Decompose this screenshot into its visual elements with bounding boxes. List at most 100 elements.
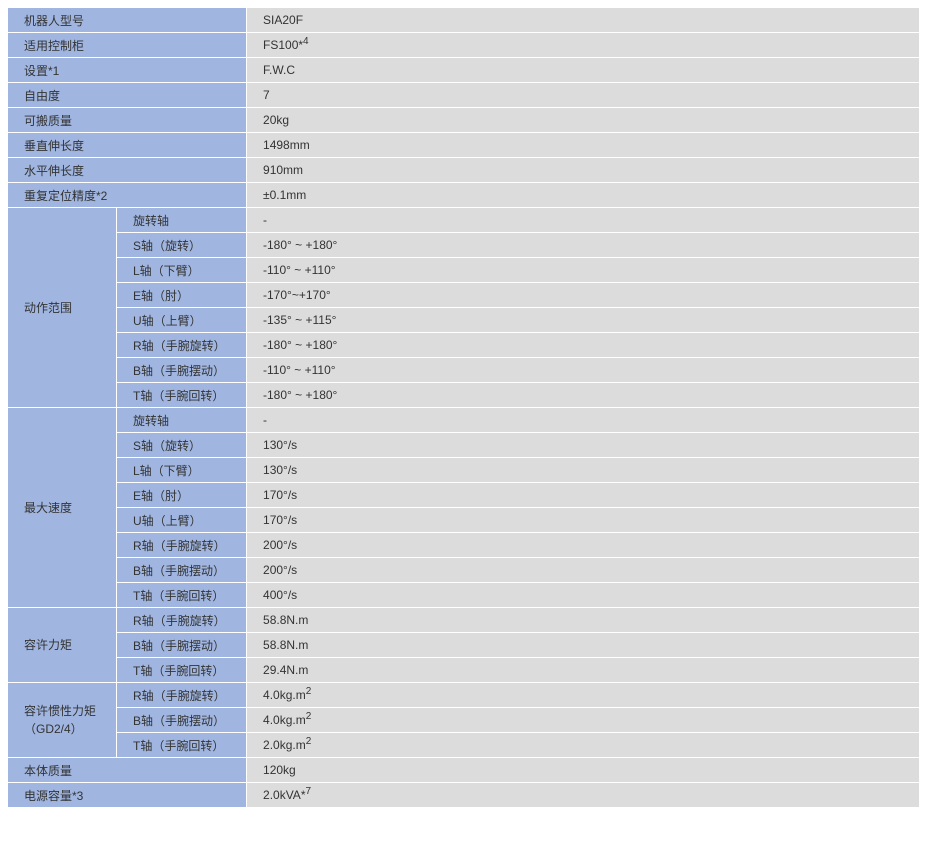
row-value: -180° ~ +180°	[246, 382, 920, 408]
axis-label: T轴（手腕回转）	[115, 382, 248, 408]
exponent: 2	[305, 686, 312, 697]
spec-row-vertical-reach: 垂直伸长度 1498mm	[6, 132, 920, 158]
axis-label: B轴（手腕摆动）	[115, 707, 248, 733]
spec-row-power: 电源容量*3 2.0kVA*7	[6, 782, 920, 808]
row-value: 58.8N.m	[246, 632, 920, 658]
axis-label: R轴（手腕旋转）	[115, 682, 248, 708]
row-value: 200°/s	[246, 532, 920, 558]
spec-row-inertia: 容许惯性力矩 （GD2/4） R轴（手腕旋转） 4.0kg.m2	[7, 682, 920, 758]
row-value: 130°/s	[246, 457, 920, 483]
spec-row-speed: U轴（上臂） 170°/s	[8, 507, 920, 533]
group-label: 动作范围	[7, 207, 117, 408]
row-label: 自由度	[6, 82, 248, 108]
axis-label: 旋转轴	[115, 207, 248, 233]
spec-row-range: 动作范围 旋转轴 -	[7, 207, 920, 408]
axis-label: T轴（手腕回转）	[115, 582, 248, 608]
row-value: 2.0kVA*	[263, 788, 306, 802]
spec-row-range: R轴（手腕旋转） -180° ~ +180°	[8, 332, 920, 358]
axis-label: R轴（手腕旋转）	[115, 532, 248, 558]
row-value: 4.0kg.m	[263, 713, 306, 727]
group-label: 容许力矩	[7, 607, 117, 683]
row-value: 1498mm	[246, 132, 920, 158]
row-value-cell: 4.0kg.m2	[246, 707, 920, 733]
row-value: F.W.C	[246, 57, 920, 83]
spec-row-payload: 可搬质量 20kg	[6, 107, 920, 133]
row-value: -170°~+170°	[246, 282, 920, 308]
row-value-cell: 4.0kg.m2	[246, 682, 920, 708]
axis-label: B轴（手腕摆动）	[115, 632, 248, 658]
spec-row-speed: E轴（肘） 170°/s	[8, 482, 920, 508]
spec-row-speed: L轴（下臂） 130°/s	[8, 457, 920, 483]
axis-label: U轴（上臂）	[115, 507, 248, 533]
row-label: 重复定位精度*2	[6, 182, 248, 208]
spec-row-repeatability: 重复定位精度*2 ±0.1mm	[6, 182, 920, 208]
row-value-cell: 2.0kg.m2	[246, 732, 920, 758]
row-value: 910mm	[246, 157, 920, 183]
row-label: 适用控制柜	[6, 32, 248, 58]
axis-label: B轴（手腕摆动）	[115, 357, 248, 383]
row-value: 20kg	[246, 107, 920, 133]
row-value-cell: FS100*4	[246, 32, 920, 58]
spec-row-moment: T轴（手腕回转） 29.4N.m	[8, 657, 920, 683]
spec-row-speed: R轴（手腕旋转） 200°/s	[8, 532, 920, 558]
axis-label: R轴（手腕旋转）	[115, 607, 248, 633]
spec-row-range: S轴（旋转） -180° ~ +180°	[8, 232, 920, 258]
spec-row-inertia: B轴（手腕摆动） 4.0kg.m2	[8, 707, 920, 733]
group-label: 容许惯性力矩	[24, 704, 97, 718]
row-value-cell: 2.0kVA*7	[246, 782, 920, 808]
row-value: -135° ~ +115°	[246, 307, 920, 333]
row-value: -	[246, 407, 920, 433]
group-label-cell: 容许惯性力矩 （GD2/4）	[7, 682, 117, 758]
spec-row-mass: 本体质量 120kg	[6, 757, 920, 783]
robot-spec-table: 机器人型号 SIA20F 适用控制柜 FS100*4 设置*1 F.W.C 自由…	[6, 7, 920, 808]
axis-label: S轴（旋转）	[115, 432, 248, 458]
spec-row-inertia: T轴（手腕回转） 2.0kg.m2	[8, 732, 920, 758]
row-value: -110° ~ +110°	[246, 357, 920, 383]
row-value: 400°/s	[246, 582, 920, 608]
spec-row-range: L轴（下臂） -110° ~ +110°	[8, 257, 920, 283]
row-value: 29.4N.m	[246, 657, 920, 683]
footnote-mark: 4	[303, 36, 309, 47]
row-value: SIA20F	[246, 7, 920, 33]
row-label: 机器人型号	[6, 7, 248, 33]
axis-label: U轴（上臂）	[115, 307, 248, 333]
axis-label: E轴（肘）	[115, 282, 248, 308]
axis-label: L轴（下臂）	[115, 457, 248, 483]
axis-label: T轴（手腕回转）	[115, 732, 248, 758]
row-value: 120kg	[246, 757, 920, 783]
spec-row-speed: S轴（旋转） 130°/s	[8, 432, 920, 458]
axis-label: R轴（手腕旋转）	[115, 332, 248, 358]
row-value: ±0.1mm	[246, 182, 920, 208]
row-label: 垂直伸长度	[6, 132, 248, 158]
row-value: 170°/s	[246, 507, 920, 533]
group-label-sub: （GD2/4）	[24, 722, 83, 736]
spec-row-moment: 容许力矩 R轴（手腕旋转） 58.8N.m	[7, 607, 920, 683]
row-value: 200°/s	[246, 557, 920, 583]
axis-label: S轴（旋转）	[115, 232, 248, 258]
row-label: 可搬质量	[6, 107, 248, 133]
row-value: 130°/s	[246, 432, 920, 458]
row-value: -	[246, 207, 920, 233]
spec-row-mounting: 设置*1 F.W.C	[6, 57, 920, 83]
row-value: -180° ~ +180°	[246, 332, 920, 358]
axis-label: 旋转轴	[115, 407, 248, 433]
row-value: -180° ~ +180°	[246, 232, 920, 258]
axis-label: L轴（下臂）	[115, 257, 248, 283]
axis-label: E轴（肘）	[115, 482, 248, 508]
row-value: 4.0kg.m	[263, 688, 306, 702]
axis-label: T轴（手腕回转）	[115, 657, 248, 683]
row-value: FS100*	[263, 38, 304, 52]
spec-row-model: 机器人型号 SIA20F	[6, 7, 920, 33]
group-label: 最大速度	[7, 407, 117, 608]
exponent: 2	[305, 711, 312, 722]
spec-row-controller: 适用控制柜 FS100*4	[6, 32, 920, 58]
row-value: 2.0kg.m	[263, 738, 306, 752]
spec-row-speed: B轴（手腕摆动） 200°/s	[8, 557, 920, 583]
row-label: 水平伸长度	[6, 157, 248, 183]
row-value: 170°/s	[246, 482, 920, 508]
row-value: 7	[246, 82, 920, 108]
exponent: 2	[305, 736, 312, 747]
row-label: 电源容量*3	[6, 782, 248, 808]
spec-row-horizontal-reach: 水平伸长度 910mm	[6, 157, 920, 183]
spec-row-speed: T轴（手腕回转） 400°/s	[8, 582, 920, 608]
